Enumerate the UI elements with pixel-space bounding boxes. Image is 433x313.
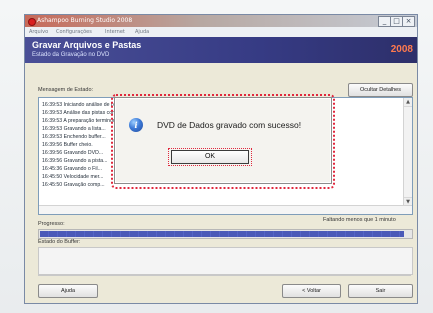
menu-internet[interactable]: Internet — [105, 29, 125, 35]
remaining-time-label: Faltando menos que 1 minuto — [323, 217, 396, 223]
horizontal-scrollbar[interactable] — [39, 205, 412, 214]
progress-label: Progresso: — [38, 221, 65, 227]
info-icon: i — [129, 118, 143, 132]
page-subtitle: Estado da Gravação no DVD — [32, 52, 110, 58]
header-banner: Gravar Arquivos e Pastas Estado da Grava… — [25, 37, 417, 63]
progress-bar — [38, 229, 413, 239]
app-icon — [28, 18, 36, 26]
ok-button[interactable]: OK — [171, 150, 249, 164]
scroll-up-icon[interactable]: ▲ — [404, 98, 412, 107]
menu-configuracoes[interactable]: Configurações — [56, 29, 92, 35]
help-button[interactable]: Ajuda — [38, 284, 98, 298]
page-title: Gravar Arquivos e Pastas — [32, 40, 142, 50]
version-badge: 2008 — [390, 44, 413, 55]
vertical-scrollbar[interactable]: ▲ ▼ — [403, 98, 412, 206]
close-button[interactable]: × — [402, 16, 415, 27]
success-message: DVD de Dados gravado com sucesso! — [157, 120, 302, 130]
divider — [38, 275, 411, 276]
success-dialog: i DVD de Dados gravado com sucesso! OK — [114, 97, 332, 184]
buffer-label: Estado do Buffer: — [38, 239, 81, 245]
window-title: Ashampoo Burning Studio 2008 — [37, 17, 133, 24]
menu-ajuda[interactable]: Ajuda — [135, 29, 149, 35]
screenshot-background: Ashampoo Burning Studio 2008 _ □ × Arqui… — [0, 0, 433, 313]
hide-details-button[interactable]: Ocultar Detalhes — [348, 83, 413, 97]
progress-fill — [40, 231, 404, 237]
back-button[interactable]: < Voltar — [282, 284, 341, 298]
buffer-state-box — [38, 247, 413, 275]
exit-button[interactable]: Sair — [348, 284, 413, 298]
title-bar: Ashampoo Burning Studio 2008 _ □ × — [25, 15, 417, 27]
menu-arquivo[interactable]: Arquivo — [29, 29, 48, 35]
status-label: Mensagem de Estado: — [38, 87, 94, 93]
